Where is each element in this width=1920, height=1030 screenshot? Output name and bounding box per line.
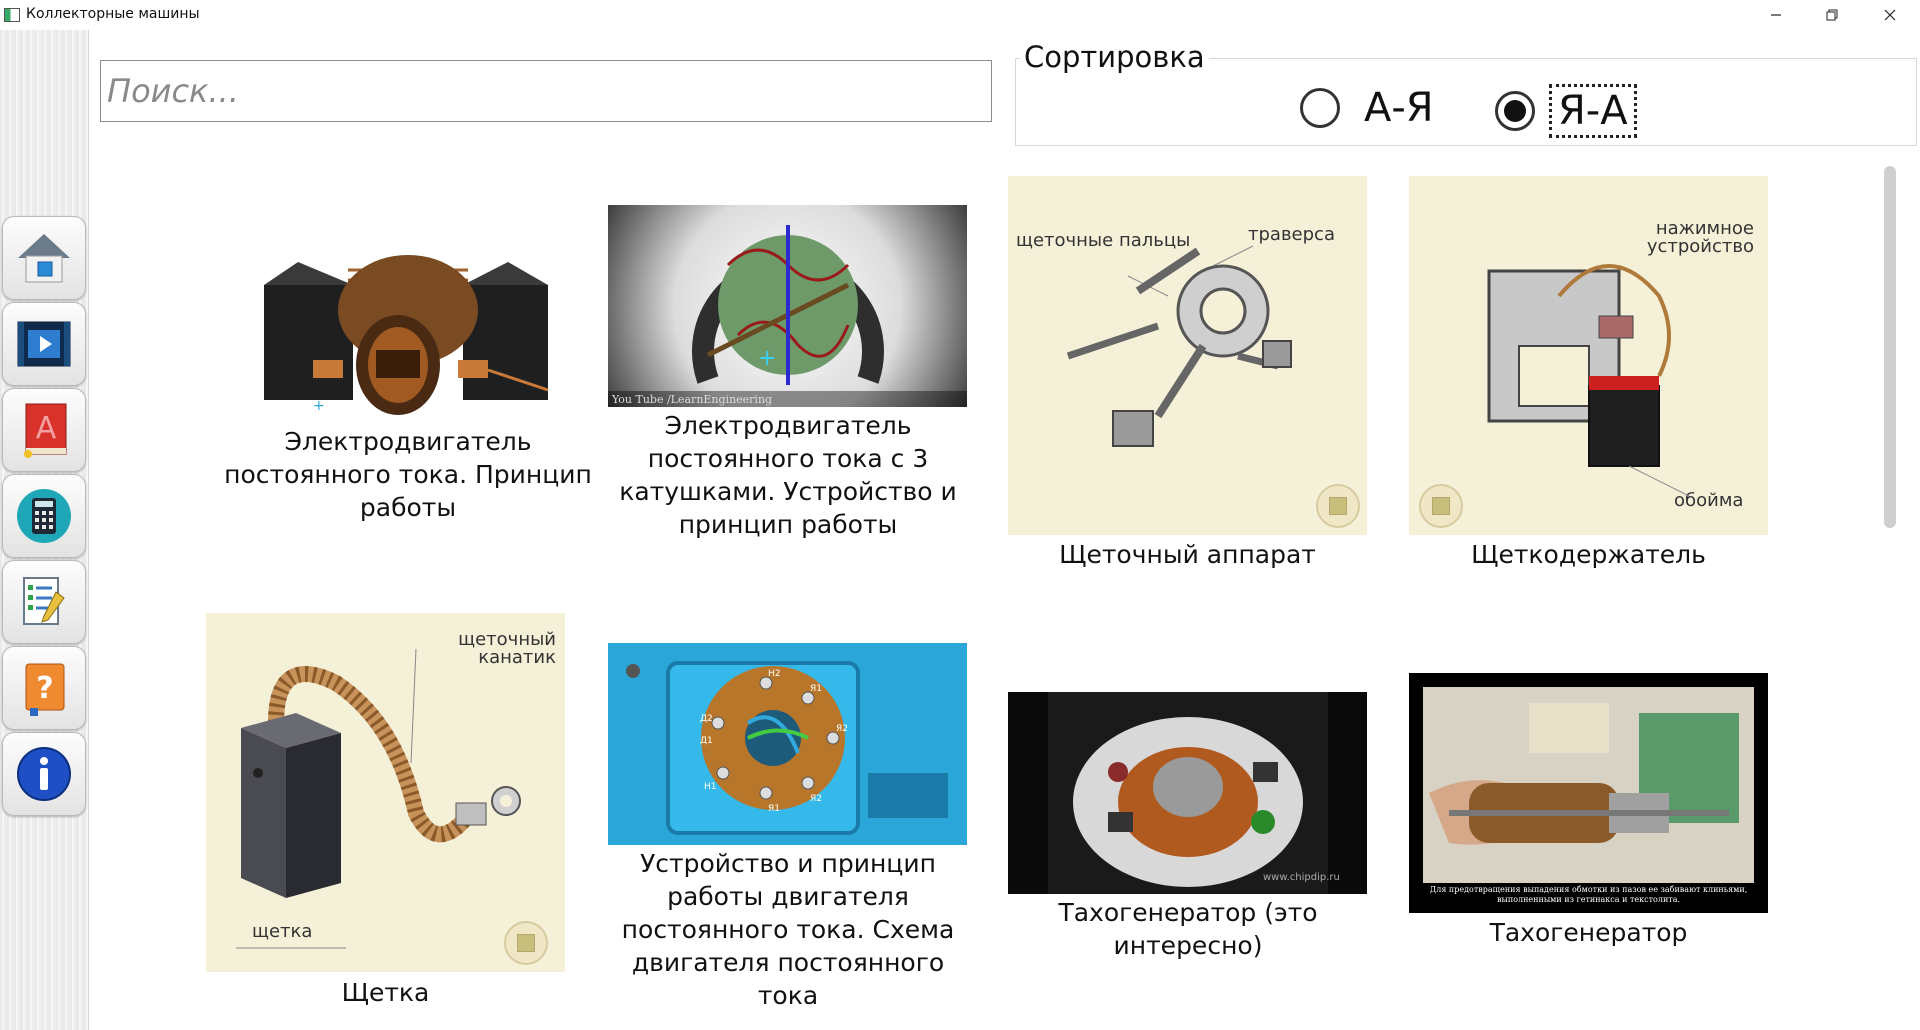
restore-icon [1826,9,1838,21]
minimize-icon [1771,14,1781,16]
motor-3d-image: + [264,255,549,415]
video-watermark: www.chipdip.ru [1263,872,1340,883]
card-caption: Щеточный аппарат [1059,540,1316,569]
terminal-label: Д1 [700,736,713,746]
sort-legend: Сортировка [1020,40,1209,74]
terminal-label: Я1 [810,684,822,694]
video-subtitle: Для предотвращения выпадения обмотки из … [1429,885,1748,904]
card-thumbnail[interactable]: щеточный канатик щетка [206,613,565,972]
card-caption: Тахогенератор [1489,918,1688,947]
terminal-label: Я2 [810,794,822,804]
sidebar-item-calculator[interactable] [2,474,86,558]
card-caption: Устройство и принцип работы двигателя по… [621,849,955,1010]
brush-apparatus-image [1066,245,1292,447]
card-thumbnail[interactable]: + [258,240,558,425]
card-thumbnail[interactable]: + You Tube /LearnEngineering [608,205,967,407]
sidebar-item-video[interactable] [2,302,86,386]
video-still-image: Н2 Я1 Я2 Н1 Я1 Я2 Д2 Д1 [626,661,948,835]
checklist-test-icon [23,577,65,625]
video-icon [17,321,71,367]
minimize-button[interactable] [1748,0,1804,30]
restore-button[interactable] [1804,0,1860,30]
video-still-image: + You Tube /LearnEngineering [608,225,967,407]
svg-text:+: + [313,398,325,414]
video-still-image [1423,687,1754,883]
card-caption: Щетка [341,978,430,1007]
image-preview-button[interactable] [1316,484,1360,528]
svg-text:A: A [36,411,57,446]
window-title: Коллекторные машины [26,6,200,22]
radio-unchecked-icon[interactable] [1300,88,1340,128]
sidebar-item-test[interactable] [2,560,86,644]
sort-radio-za[interactable]: Я-А [1495,84,1637,138]
terminal-label: Я1 [768,804,780,814]
brush-holder-image [1487,264,1690,497]
terminal-label: Д2 [700,714,713,724]
card-caption: Электродвигатель постоянного тока с 3 ка… [619,411,957,539]
sort-radio-za-label[interactable]: Я-А [1549,84,1637,138]
card-caption: Тахогенератор (это интересно) [1058,898,1318,960]
search-input[interactable] [100,60,992,122]
card-caption: Электродвигатель постоянного тока. Принц… [224,427,592,522]
radio-checked-icon[interactable] [1495,91,1535,131]
calculator-icon [17,489,71,543]
sidebar-item-home[interactable] [2,216,86,300]
sort-radio-az[interactable]: А-Я [1300,84,1434,132]
terminal-label: Н2 [768,669,781,679]
vertical-scrollbar[interactable] [1884,166,1896,528]
sidebar: A ? [0,30,89,1030]
card-thumbnail[interactable]: www.chipdip.ru [1008,692,1367,894]
video-still-image: www.chipdip.ru [1048,692,1340,894]
close-button[interactable] [1862,0,1918,30]
sort-radio-az-label[interactable]: А-Я [1364,84,1434,132]
terminal-label: Н1 [704,782,717,792]
card-caption: Щеткодержатель [1471,540,1706,569]
home-icon [18,234,70,283]
card-thumbnail[interactable]: нажимное устройство обойма [1409,176,1768,535]
sidebar-item-dictionary[interactable]: A [2,388,86,472]
sidebar-item-help[interactable]: ? [2,646,86,730]
card-thumbnail[interactable]: Для предотвращения выпадения обмотки из … [1409,673,1768,913]
card-thumbnail[interactable]: Н2 Я1 Я2 Н1 Я1 Я2 Д2 Д1 [608,643,967,845]
dictionary-book-icon: A [24,403,67,458]
image-preview-button[interactable] [1419,484,1463,528]
brush-image [236,648,521,949]
video-watermark: You Tube /LearnEngineering [611,393,772,406]
sidebar-item-info[interactable] [2,732,86,816]
svg-text:?: ? [36,671,53,706]
title-bar: Коллекторные машины [0,0,1920,30]
app-icon [4,8,20,22]
info-icon [17,747,71,801]
card-thumbnail[interactable]: щеточные пальцы траверса [1008,176,1367,535]
terminal-label: Я2 [836,724,848,734]
svg-text:+: + [758,346,776,371]
image-preview-button[interactable] [504,921,548,965]
help-book-icon: ? [25,663,65,716]
close-icon [1884,9,1896,21]
